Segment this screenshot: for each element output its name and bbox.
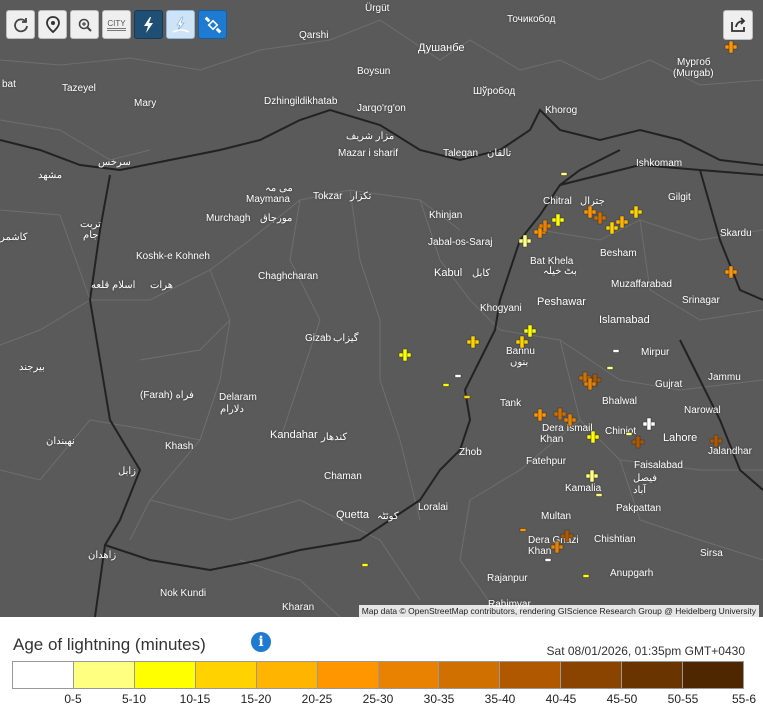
strike-marker xyxy=(454,374,462,378)
strike-marker xyxy=(560,172,568,176)
legend-tick-label: 45-50 xyxy=(606,692,638,706)
strike-marker xyxy=(551,213,565,227)
share-icon xyxy=(731,17,746,32)
strike-marker xyxy=(361,563,369,567)
legend-swatch xyxy=(73,662,135,688)
zoom-icon xyxy=(78,18,92,32)
map-attribution: Map data © OpenStreetMap contributors, r… xyxy=(358,605,759,617)
city-icon: CITY xyxy=(107,19,126,31)
legend-tick-label: 5-10 xyxy=(121,692,147,706)
strike-marker xyxy=(442,383,450,387)
strike-marker xyxy=(515,335,529,349)
lightning-layer-button[interactable] xyxy=(134,10,163,39)
ground-strike-icon xyxy=(172,16,189,33)
strike-marker xyxy=(585,469,599,483)
lightning-map[interactable]: Ürgüt Точикобод Qarshi Душанбе Мургоб (Murgab… xyxy=(0,0,763,617)
strike-marker xyxy=(631,435,645,449)
strike-marker xyxy=(523,324,537,338)
strike-marker xyxy=(519,528,527,532)
legend-tick-label: 40-45 xyxy=(545,692,577,706)
city-labels-button[interactable]: CITY xyxy=(102,10,131,39)
strike-marker xyxy=(595,493,603,497)
strike-marker xyxy=(544,558,552,562)
legend-swatch xyxy=(378,662,440,688)
legend-tick-label: 25-30 xyxy=(362,692,394,706)
legend-swatch xyxy=(317,662,379,688)
legend-tick-labels: 0-5 5-10 10-15 15-20 20-25 25-30 30-35 35-40 40-… xyxy=(0,692,763,706)
strike-marker xyxy=(398,348,412,362)
legend-tick-label: 35-40 xyxy=(484,692,516,706)
strike-marker xyxy=(533,408,547,422)
strike-markers xyxy=(361,40,738,578)
strike-marker xyxy=(560,529,574,543)
strike-marker xyxy=(724,265,738,279)
legend-swatch xyxy=(500,662,562,688)
strike-marker xyxy=(629,205,643,219)
share-button[interactable] xyxy=(723,10,753,40)
legend-color-scale xyxy=(12,661,744,689)
timestamp: Sat 08/01/2026, 01:35pm GMT+0430 xyxy=(546,644,745,658)
info-icon[interactable]: i xyxy=(251,632,271,652)
location-button[interactable] xyxy=(38,10,67,39)
strike-marker xyxy=(582,574,590,578)
strike-marker xyxy=(463,395,471,399)
legend-tick-label: 15-20 xyxy=(240,692,272,706)
legend-tick-label: 0-5 xyxy=(64,692,82,706)
satellite-layer-button[interactable] xyxy=(198,10,227,39)
legend-swatch xyxy=(439,662,501,688)
legend-tick-label: 50-55 xyxy=(667,692,699,706)
legend-swatch xyxy=(561,662,623,688)
map-toolbar: CITY xyxy=(6,10,227,39)
zoom-button[interactable] xyxy=(70,10,99,39)
strike-marker xyxy=(550,540,564,554)
refresh-button[interactable] xyxy=(6,10,35,39)
location-pin-icon xyxy=(45,15,60,33)
strike-marker xyxy=(466,335,480,349)
strike-marker xyxy=(709,434,723,448)
legend-title: Age of lightning (minutes) xyxy=(13,635,206,654)
refresh-icon xyxy=(13,17,28,32)
strike-marker xyxy=(724,40,738,54)
legend-swatch xyxy=(134,662,196,688)
legend-swatch xyxy=(13,662,74,688)
strike-marker xyxy=(606,366,614,370)
legend-tick-label: 30-35 xyxy=(423,692,455,706)
legend-swatch xyxy=(622,662,684,688)
legend-tick-label: 55-6 xyxy=(731,692,757,706)
strike-marker xyxy=(612,349,620,353)
legend-tick-label: 10-15 xyxy=(179,692,211,706)
strike-marker xyxy=(625,432,633,436)
legend-swatch xyxy=(683,662,744,688)
satellite-icon xyxy=(204,16,221,33)
strike-marker xyxy=(518,234,532,248)
lightning-icon xyxy=(143,16,153,33)
legend-tick-label: 20-25 xyxy=(301,692,333,706)
lightning-age-legend: Age of lightning (minutes) i Sat 08/01/2… xyxy=(0,617,763,708)
legend-swatch xyxy=(195,662,257,688)
strike-marker xyxy=(586,430,600,444)
strike-marker xyxy=(642,417,656,431)
strike-layer-button[interactable] xyxy=(166,10,195,39)
legend-swatch xyxy=(256,662,318,688)
